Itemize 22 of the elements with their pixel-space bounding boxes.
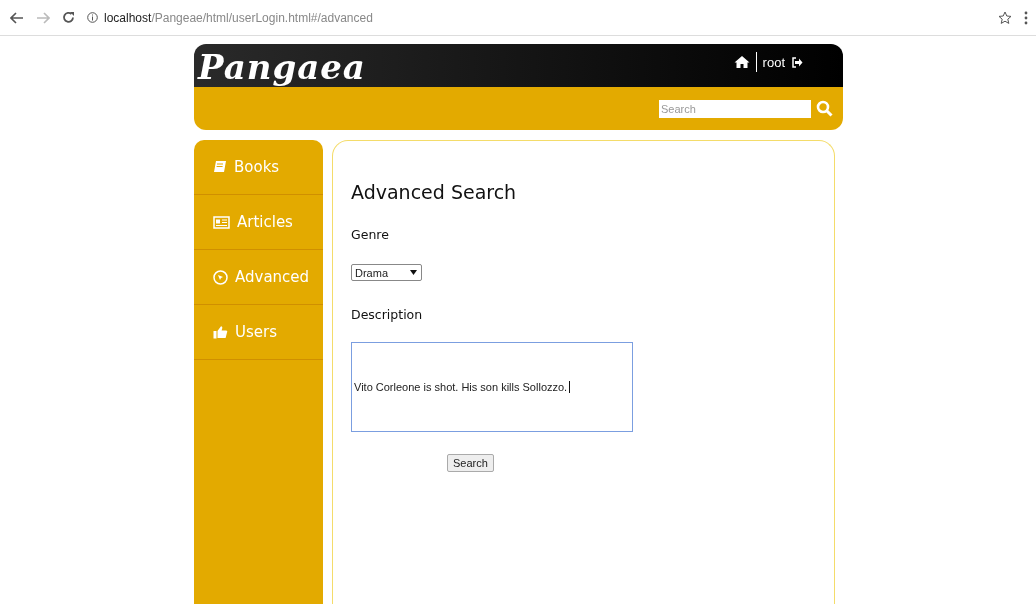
genre-dropdown[interactable]: Drama <box>351 264 422 281</box>
description-label: Description <box>351 307 424 322</box>
description-field[interactable]: Vito Corleone is shot. His son kills Sollozzo. <box>351 342 633 432</box>
info-icon <box>87 12 98 23</box>
book-icon <box>213 160 227 174</box>
sign-out-icon[interactable] <box>791 56 803 68</box>
user-link[interactable]: root <box>762 54 785 70</box>
logo: Pangaea <box>198 50 366 84</box>
reload-icon[interactable] <box>62 11 75 24</box>
newspaper-icon <box>213 215 230 229</box>
genre-label: Genre <box>351 227 390 242</box>
page-title: Advanced Search <box>351 181 518 203</box>
caret-icon <box>410 270 417 275</box>
thumbs-up-icon <box>213 325 228 339</box>
compass-icon <box>213 269 228 285</box>
address-bar[interactable]: localhost/Pangeae/html/userLogin.html#/advanced <box>87 6 373 29</box>
back-icon[interactable] <box>10 11 24 24</box>
menu-icon[interactable] <box>1024 10 1028 25</box>
star-icon[interactable] <box>998 10 1012 25</box>
search-field[interactable]: Search <box>659 99 811 118</box>
home-icon[interactable] <box>733 55 750 69</box>
search-button[interactable]: Search <box>447 454 494 472</box>
